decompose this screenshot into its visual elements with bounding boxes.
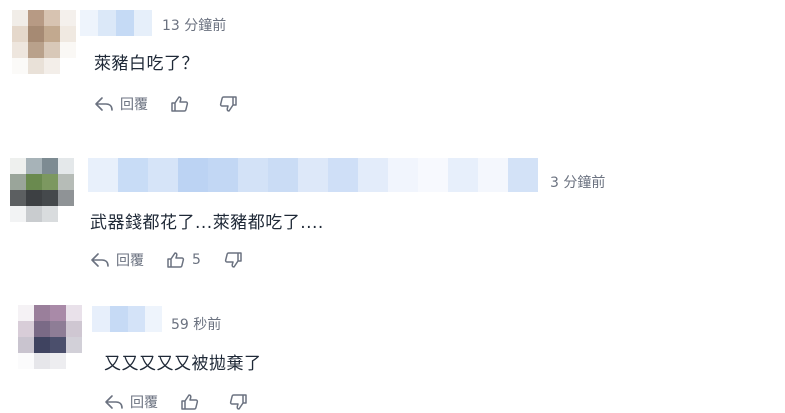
reply-arrow-icon xyxy=(90,252,110,268)
thumbs-up-icon xyxy=(166,251,186,269)
comment-text: 又又又又又被拋棄了 xyxy=(104,354,262,374)
reply-arrow-icon xyxy=(94,96,114,112)
reply-button[interactable]: 回覆 xyxy=(94,94,148,114)
thumbs-down-icon xyxy=(228,393,248,411)
avatar[interactable] xyxy=(12,10,76,74)
dislike-button[interactable] xyxy=(218,95,238,113)
thumbs-down-icon xyxy=(223,251,243,269)
dislike-button[interactable] xyxy=(223,251,243,269)
comment-actions: 回覆 5 xyxy=(90,249,265,271)
avatar[interactable] xyxy=(10,158,74,222)
reply-label: 回覆 xyxy=(130,395,158,411)
comment-actions: 回覆 xyxy=(104,391,270,413)
like-button[interactable] xyxy=(180,393,206,411)
comment-text: 武器錢都花了...萊豬都吃了.... xyxy=(90,213,324,233)
like-button[interactable]: 5 xyxy=(166,251,201,269)
username-redacted[interactable] xyxy=(80,10,152,36)
username-redacted[interactable] xyxy=(92,306,162,332)
like-button[interactable] xyxy=(170,95,196,113)
comment-thread: 13 分鐘前 萊豬白吃了？ 回覆 3 分鐘前 武器錢都花了...萊豬都吃了...… xyxy=(0,0,785,413)
comment-text: 萊豬白吃了？ xyxy=(94,54,199,74)
reply-button[interactable]: 回覆 xyxy=(104,392,158,412)
username-redacted[interactable] xyxy=(88,158,538,192)
comment-timestamp: 59 秒前 xyxy=(171,317,222,333)
dislike-button[interactable] xyxy=(228,393,248,411)
reply-label: 回覆 xyxy=(116,253,144,269)
comment-actions: 回覆 xyxy=(94,93,260,115)
comment-timestamp: 3 分鐘前 xyxy=(550,175,606,191)
thumbs-down-icon xyxy=(218,95,238,113)
avatar[interactable] xyxy=(18,305,82,369)
like-count: 5 xyxy=(192,252,201,268)
comment-timestamp: 13 分鐘前 xyxy=(162,18,227,34)
reply-arrow-icon xyxy=(104,394,124,410)
reply-button[interactable]: 回覆 xyxy=(90,250,144,270)
thumbs-up-icon xyxy=(170,95,190,113)
thumbs-up-icon xyxy=(180,393,200,411)
reply-label: 回覆 xyxy=(120,97,148,113)
